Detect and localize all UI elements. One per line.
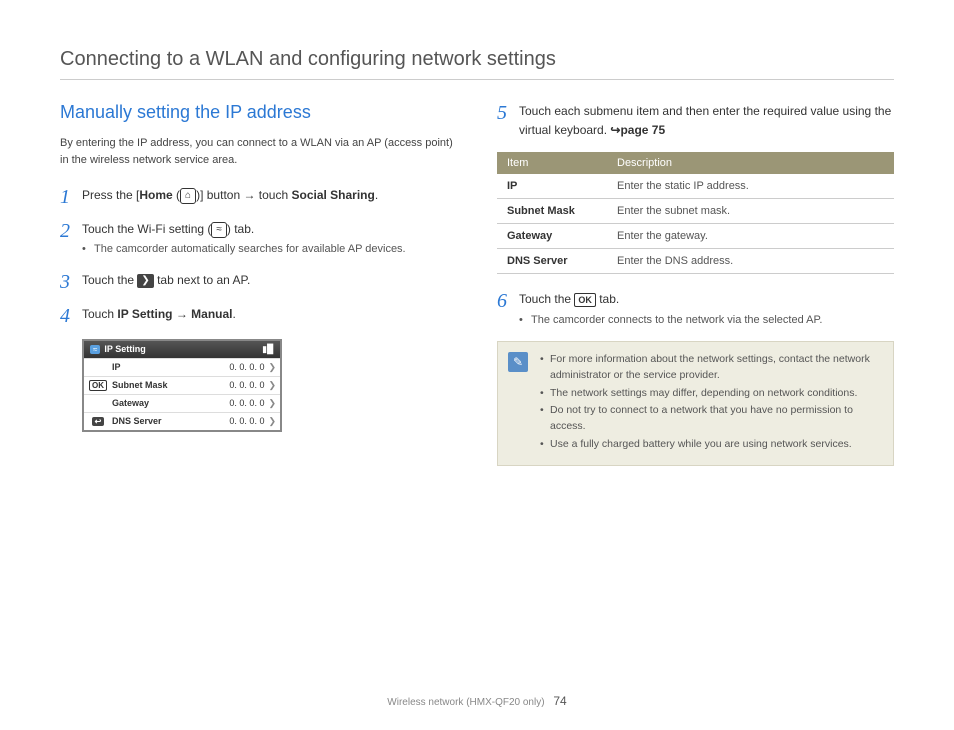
ipbox-value: 0. 0. 0. 0 [229, 380, 268, 390]
td-desc: Enter the DNS address. [607, 249, 894, 274]
ipbox-header: ≈ IP Setting ▮▉ [84, 341, 280, 358]
step-sub: The camcorder connects to the network vi… [519, 312, 894, 330]
ipbox-row: ↩ DNS Server 0. 0. 0. 0 ❯ [84, 412, 280, 430]
right-column: 5 Touch each submenu item and then enter… [497, 102, 894, 466]
manual-label: Manual [191, 307, 232, 321]
note-item: The network settings may differ, dependi… [540, 386, 881, 402]
step-number: 2 [60, 220, 82, 259]
td-item: Subnet Mask [497, 199, 607, 224]
table-row: DNS ServerEnter the DNS address. [497, 249, 894, 274]
chevron-right-icon: ❯ [268, 416, 280, 427]
th-desc: Description [607, 152, 894, 174]
ipbox-label: Gateway [112, 398, 229, 408]
step-number: 3 [60, 271, 82, 293]
home-label: Home [139, 188, 172, 202]
step-text: Touch the [519, 292, 574, 306]
period: . [233, 307, 236, 321]
table-row: GatewayEnter the gateway. [497, 224, 894, 249]
step-number: 4 [60, 305, 82, 327]
step-text: → [172, 307, 191, 321]
step-6: 6 Touch the OK tab. The camcorder connec… [497, 290, 894, 329]
period: . [375, 188, 378, 202]
ip-setting-screenshot: ≈ IP Setting ▮▉ IP 0. 0. 0. 0 ❯ OK Subne… [82, 339, 282, 432]
footer-text: Wireless network (HMX-QF20 only) [387, 697, 544, 708]
social-sharing-label: Social Sharing [291, 188, 374, 202]
step-number: 6 [497, 290, 519, 329]
back-icon: ↩ [92, 417, 105, 426]
ipbox-label: Subnet Mask [112, 380, 229, 390]
step-5: 5 Touch each submenu item and then enter… [497, 102, 894, 140]
step-text: )] button → touch [196, 188, 291, 202]
ipbox-value: 0. 0. 0. 0 [229, 362, 268, 372]
note-item: Use a fully charged battery while you ar… [540, 437, 881, 453]
step-3: 3 Touch the ❯ tab next to an AP. [60, 271, 457, 293]
table-row: IPEnter the static IP address. [497, 174, 894, 199]
ipbox-left: OK [84, 380, 112, 391]
ipbox-left: ↩ [84, 417, 112, 426]
ipbox-row: IP 0. 0. 0. 0 ❯ [84, 358, 280, 376]
ok-icon: OK [574, 293, 596, 307]
step-1: 1 Press the [Home (⌂)] button → touch So… [60, 186, 457, 208]
ipbox-value: 0. 0. 0. 0 [229, 398, 268, 408]
td-desc: Enter the static IP address. [607, 174, 894, 199]
step-text: Press the [ [82, 188, 139, 202]
note-item: Do not try to connect to a network that … [540, 403, 881, 435]
page-title: Connecting to a WLAN and configuring net… [60, 48, 894, 80]
chevron-right-icon: ❯ [268, 380, 280, 391]
arrow-icon: ❯ [137, 274, 153, 288]
ipbox-title: IP Setting [104, 344, 258, 354]
ip-setting-label: IP Setting [117, 307, 172, 321]
ipbox-label: IP [112, 362, 229, 372]
table-header: Item Description [497, 152, 894, 174]
note-box: ✎ For more information about the network… [497, 341, 894, 466]
ok-icon: OK [89, 380, 107, 391]
page-number: 74 [553, 694, 566, 708]
step-text: tab. [596, 292, 619, 306]
ipbox-row: Gateway 0. 0. 0. 0 ❯ [84, 394, 280, 412]
note-item: For more information about the network s… [540, 352, 881, 384]
intro-text: By entering the IP address, you can conn… [60, 135, 457, 168]
step-4: 4 Touch IP Setting → Manual. [60, 305, 457, 327]
ipbox-row: OK Subnet Mask 0. 0. 0. 0 ❯ [84, 376, 280, 394]
chevron-right-icon: ❯ [268, 398, 280, 409]
td-item: Gateway [497, 224, 607, 249]
step-2: 2 Touch the Wi-Fi setting (≈) tab. The c… [60, 220, 457, 259]
left-column: Manually setting the IP address By enter… [60, 102, 457, 466]
step-number: 1 [60, 186, 82, 208]
section-title: Manually setting the IP address [60, 102, 457, 123]
content-columns: Manually setting the IP address By enter… [60, 102, 894, 466]
step-text: Touch the [82, 273, 137, 287]
step-text: ( [173, 188, 180, 202]
note-icon: ✎ [508, 352, 528, 372]
ipbox-value: 0. 0. 0. 0 [229, 416, 268, 426]
wifi-icon: ≈ [90, 345, 100, 354]
description-table: Item Description IPEnter the static IP a… [497, 152, 894, 274]
step-text: ) tab. [227, 222, 254, 236]
step-text: Touch [82, 307, 117, 321]
page-ref: ↪page 75 [610, 123, 665, 137]
ipbox-label: DNS Server [112, 416, 229, 426]
step-text: Touch the Wi-Fi setting ( [82, 222, 211, 236]
td-item: DNS Server [497, 249, 607, 274]
step-number: 5 [497, 102, 519, 140]
page-footer: Wireless network (HMX-QF20 only) 74 [0, 694, 954, 708]
step-text: Touch each submenu item and then enter t… [519, 104, 891, 137]
td-desc: Enter the gateway. [607, 224, 894, 249]
td-item: IP [497, 174, 607, 199]
table-row: Subnet MaskEnter the subnet mask. [497, 199, 894, 224]
step-sub: The camcorder automatically searches for… [82, 241, 457, 259]
chevron-right-icon: ❯ [268, 362, 280, 373]
battery-icon: ▮▉ [262, 344, 274, 355]
th-item: Item [497, 152, 607, 174]
td-desc: Enter the subnet mask. [607, 199, 894, 224]
wifi-icon: ≈ [211, 222, 227, 238]
step-text: tab next to an AP. [154, 273, 251, 287]
home-icon: ⌂ [180, 188, 196, 204]
